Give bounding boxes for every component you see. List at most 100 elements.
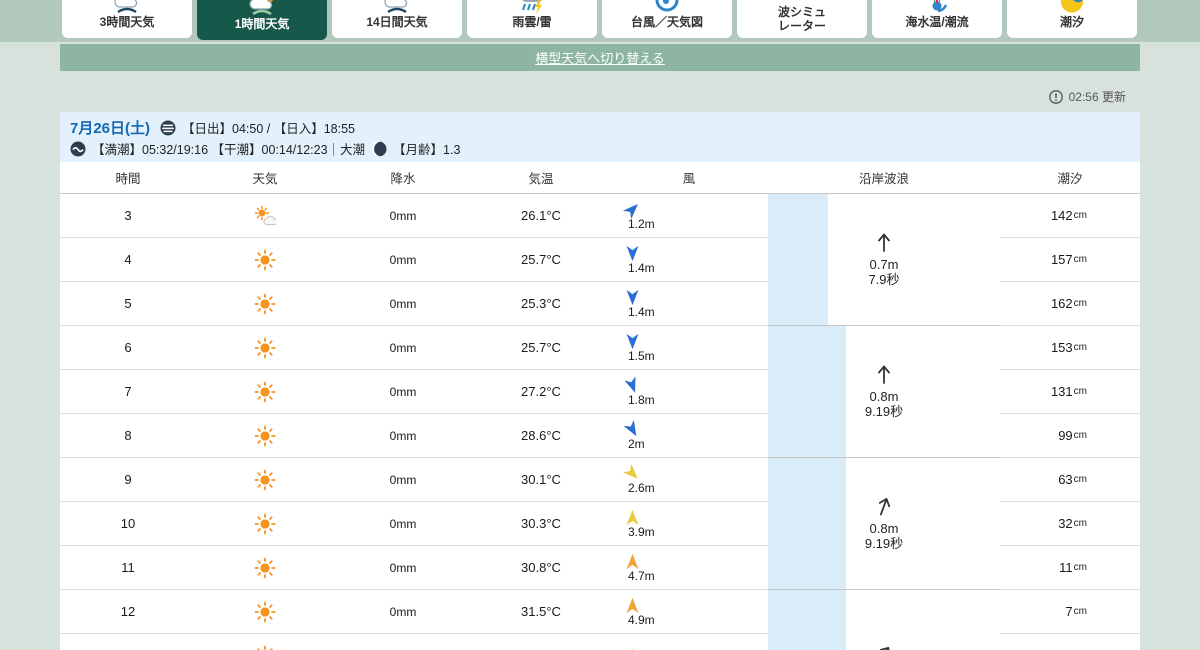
table-row: 7 0mm 27.2°C 1.8m xyxy=(60,370,768,414)
table-body: 3 0mm 26.1°C 1.2m 4 0mm 25.7°C 1.4m 5 0m… xyxy=(60,194,1140,650)
weather-icon xyxy=(114,0,138,14)
table-header: 時間 天気 降水 気温 風 沿岸波浪 潮汐 xyxy=(60,162,1140,194)
wave-period: 9.19秒 xyxy=(864,404,904,420)
col-header-rain: 降水 xyxy=(390,172,416,186)
hour-cell: 9 xyxy=(124,472,132,487)
tab-1hour-weather[interactable]: 1時間天気 xyxy=(197,0,327,40)
tab-label: 海水温/潮流 xyxy=(905,15,969,30)
temp-cell: 25.3°C xyxy=(521,296,561,311)
wave-height-bar xyxy=(768,194,828,325)
table-row: 3 0mm 26.1°C 1.2m xyxy=(60,194,768,238)
tab-tide[interactable]: 潮汐 xyxy=(1007,0,1137,38)
tide-value: 32 xyxy=(1058,516,1073,531)
tab-3hour-weather[interactable]: 3時間天気 xyxy=(62,0,192,38)
tide-value: 131 xyxy=(1050,384,1073,399)
tide-value: 63 xyxy=(1058,472,1073,487)
weather-cell xyxy=(196,513,334,535)
update-status: 02:56 更新 xyxy=(60,88,1126,105)
tide-unit: cm xyxy=(1073,474,1087,485)
tab-sea-temp-current[interactable]: 海水温/潮流 xyxy=(872,0,1002,38)
hour-cell: 11 xyxy=(121,560,135,575)
tide-cell: 32 cm xyxy=(1000,502,1140,546)
table-row: 4 0mm 25.7°C 1.4m xyxy=(60,238,768,282)
wave-info: 0.8m 9.19秒 xyxy=(865,363,903,420)
wind-direction-arrow xyxy=(624,509,641,526)
wave-height-bar xyxy=(768,326,846,457)
typhoon-icon xyxy=(655,0,679,12)
wave-height: 0.8m xyxy=(869,520,899,536)
tide-cell xyxy=(1000,634,1140,650)
tab-label: 1時間天気 xyxy=(234,17,290,32)
wave-info: 0.8m 9.19秒 xyxy=(865,495,903,552)
tab-rain-lightning[interactable]: 雨雲/雷 xyxy=(467,0,597,38)
tide-wave-icon xyxy=(70,141,86,156)
table-row: 12 0mm 31.5°C 4.9m xyxy=(60,590,768,634)
rain-cell: 0mm xyxy=(389,208,417,223)
switch-to-horizontal-link[interactable]: 横型天気へ切り替える xyxy=(535,48,665,67)
date-header: 7月26日(土) 【日出】04:50 / 【日入】18:55 【満潮】05:32… xyxy=(60,112,1140,162)
col-header-temp: 気温 xyxy=(528,172,554,186)
tab-14day-weather[interactable]: 14日間天気 xyxy=(332,0,462,38)
tide-unit: cm xyxy=(1073,430,1087,441)
sunny-icon xyxy=(254,557,276,578)
table-row: 5 0mm 25.3°C 1.4m xyxy=(60,282,768,326)
tide-moon-line: 【満潮】05:32/19:16 【干潮】00:14/12:23｜大潮 【月齢】1… xyxy=(70,138,1130,159)
forecast-tabs: 3時間天気 1時間天気 14日間天気 雨雲/雷 台風／天気図 波シミュ レーター xyxy=(62,0,1137,40)
weather-cell xyxy=(196,645,334,650)
sunny-icon xyxy=(254,513,276,534)
table-row: 6 0mm 25.7°C 1.5m xyxy=(60,326,768,370)
sea-temp-current-icon xyxy=(932,0,948,13)
col-header-wind: 風 xyxy=(682,172,696,186)
weather-cell xyxy=(196,425,334,447)
wave-period: 7.9秒 xyxy=(868,272,900,288)
weather-cell xyxy=(196,293,334,315)
rain-cell: 0mm xyxy=(389,384,417,399)
wind-cell: 2.6m xyxy=(610,463,768,495)
sunny-icon xyxy=(254,425,276,446)
tide-unit: cm xyxy=(1073,562,1087,573)
sunrise-sunset-times: 【日出】04:50 / 【日入】18:55 xyxy=(182,122,356,136)
wave-direction-arrow xyxy=(870,492,898,520)
tide-unit: cm xyxy=(1073,210,1087,221)
hour-cell: 12 xyxy=(120,604,136,619)
temp-cell: 25.7°C xyxy=(521,340,561,355)
marine-weather-page: 3時間天気 1時間天気 14日間天気 雨雲/雷 台風／天気図 波シミュ レーター xyxy=(0,0,1200,650)
tide-column: 142 cm 157 cm 162 cm 153 cm 131 cm 99 cm 63 cm … xyxy=(1000,194,1140,650)
hour-cell: 4 xyxy=(124,252,132,267)
wind-speed: 4.7m xyxy=(628,568,655,583)
rain-lightning-icon xyxy=(521,0,543,15)
temp-cell: 30.1°C xyxy=(521,472,561,487)
rain-cell: 0mm xyxy=(389,428,417,443)
tab-typhoon-chart[interactable]: 台風／天気図 xyxy=(602,0,732,38)
wave-direction-arrow xyxy=(873,363,895,385)
hourly-forecast-table: 時間 天気 降水 気温 風 沿岸波浪 潮汐 3 0mm 26.1°C 1.2m … xyxy=(60,162,1140,650)
wind-speed: 3.9m xyxy=(628,524,655,539)
tide-unit: cm xyxy=(1073,254,1087,265)
weather-cell xyxy=(196,601,334,623)
col-header-weather: 天気 xyxy=(252,172,278,186)
moon-age: 【月齢】1.3 xyxy=(393,143,461,157)
wave-group: 0.8m 9.19秒 xyxy=(768,458,1000,590)
alert-circle-icon xyxy=(1048,89,1063,104)
weather-cell xyxy=(196,557,334,579)
wind-speed: 1.4m xyxy=(628,304,655,319)
rain-cell: 0mm xyxy=(389,516,417,531)
temp-cell: 28.6°C xyxy=(521,428,561,443)
tide-cell: 157 cm xyxy=(1000,238,1140,282)
tide-value: 157 xyxy=(1050,252,1073,267)
tab-wave-simulator[interactable]: 波シミュ レーター xyxy=(737,0,867,38)
table-row: 11 0mm 30.8°C 4.7m xyxy=(60,546,768,590)
rain-cell: 0mm xyxy=(389,472,417,487)
col-header-hour: 時間 xyxy=(115,172,141,186)
wave-info xyxy=(873,643,895,650)
wind-cell: 1.4m xyxy=(610,245,768,275)
tide-unit: cm xyxy=(1073,342,1087,353)
sunny-icon xyxy=(254,337,276,358)
hour-cell: 6 xyxy=(124,340,132,355)
wind-speed: 1.4m xyxy=(628,260,655,275)
wave-group: 0.7m 7.9秒 xyxy=(768,194,1000,326)
hour-cell: 7 xyxy=(124,384,132,399)
wind-speed: 4.9m xyxy=(628,612,655,627)
weather-cell xyxy=(196,469,334,491)
wave-height: 0.8m xyxy=(869,388,899,404)
